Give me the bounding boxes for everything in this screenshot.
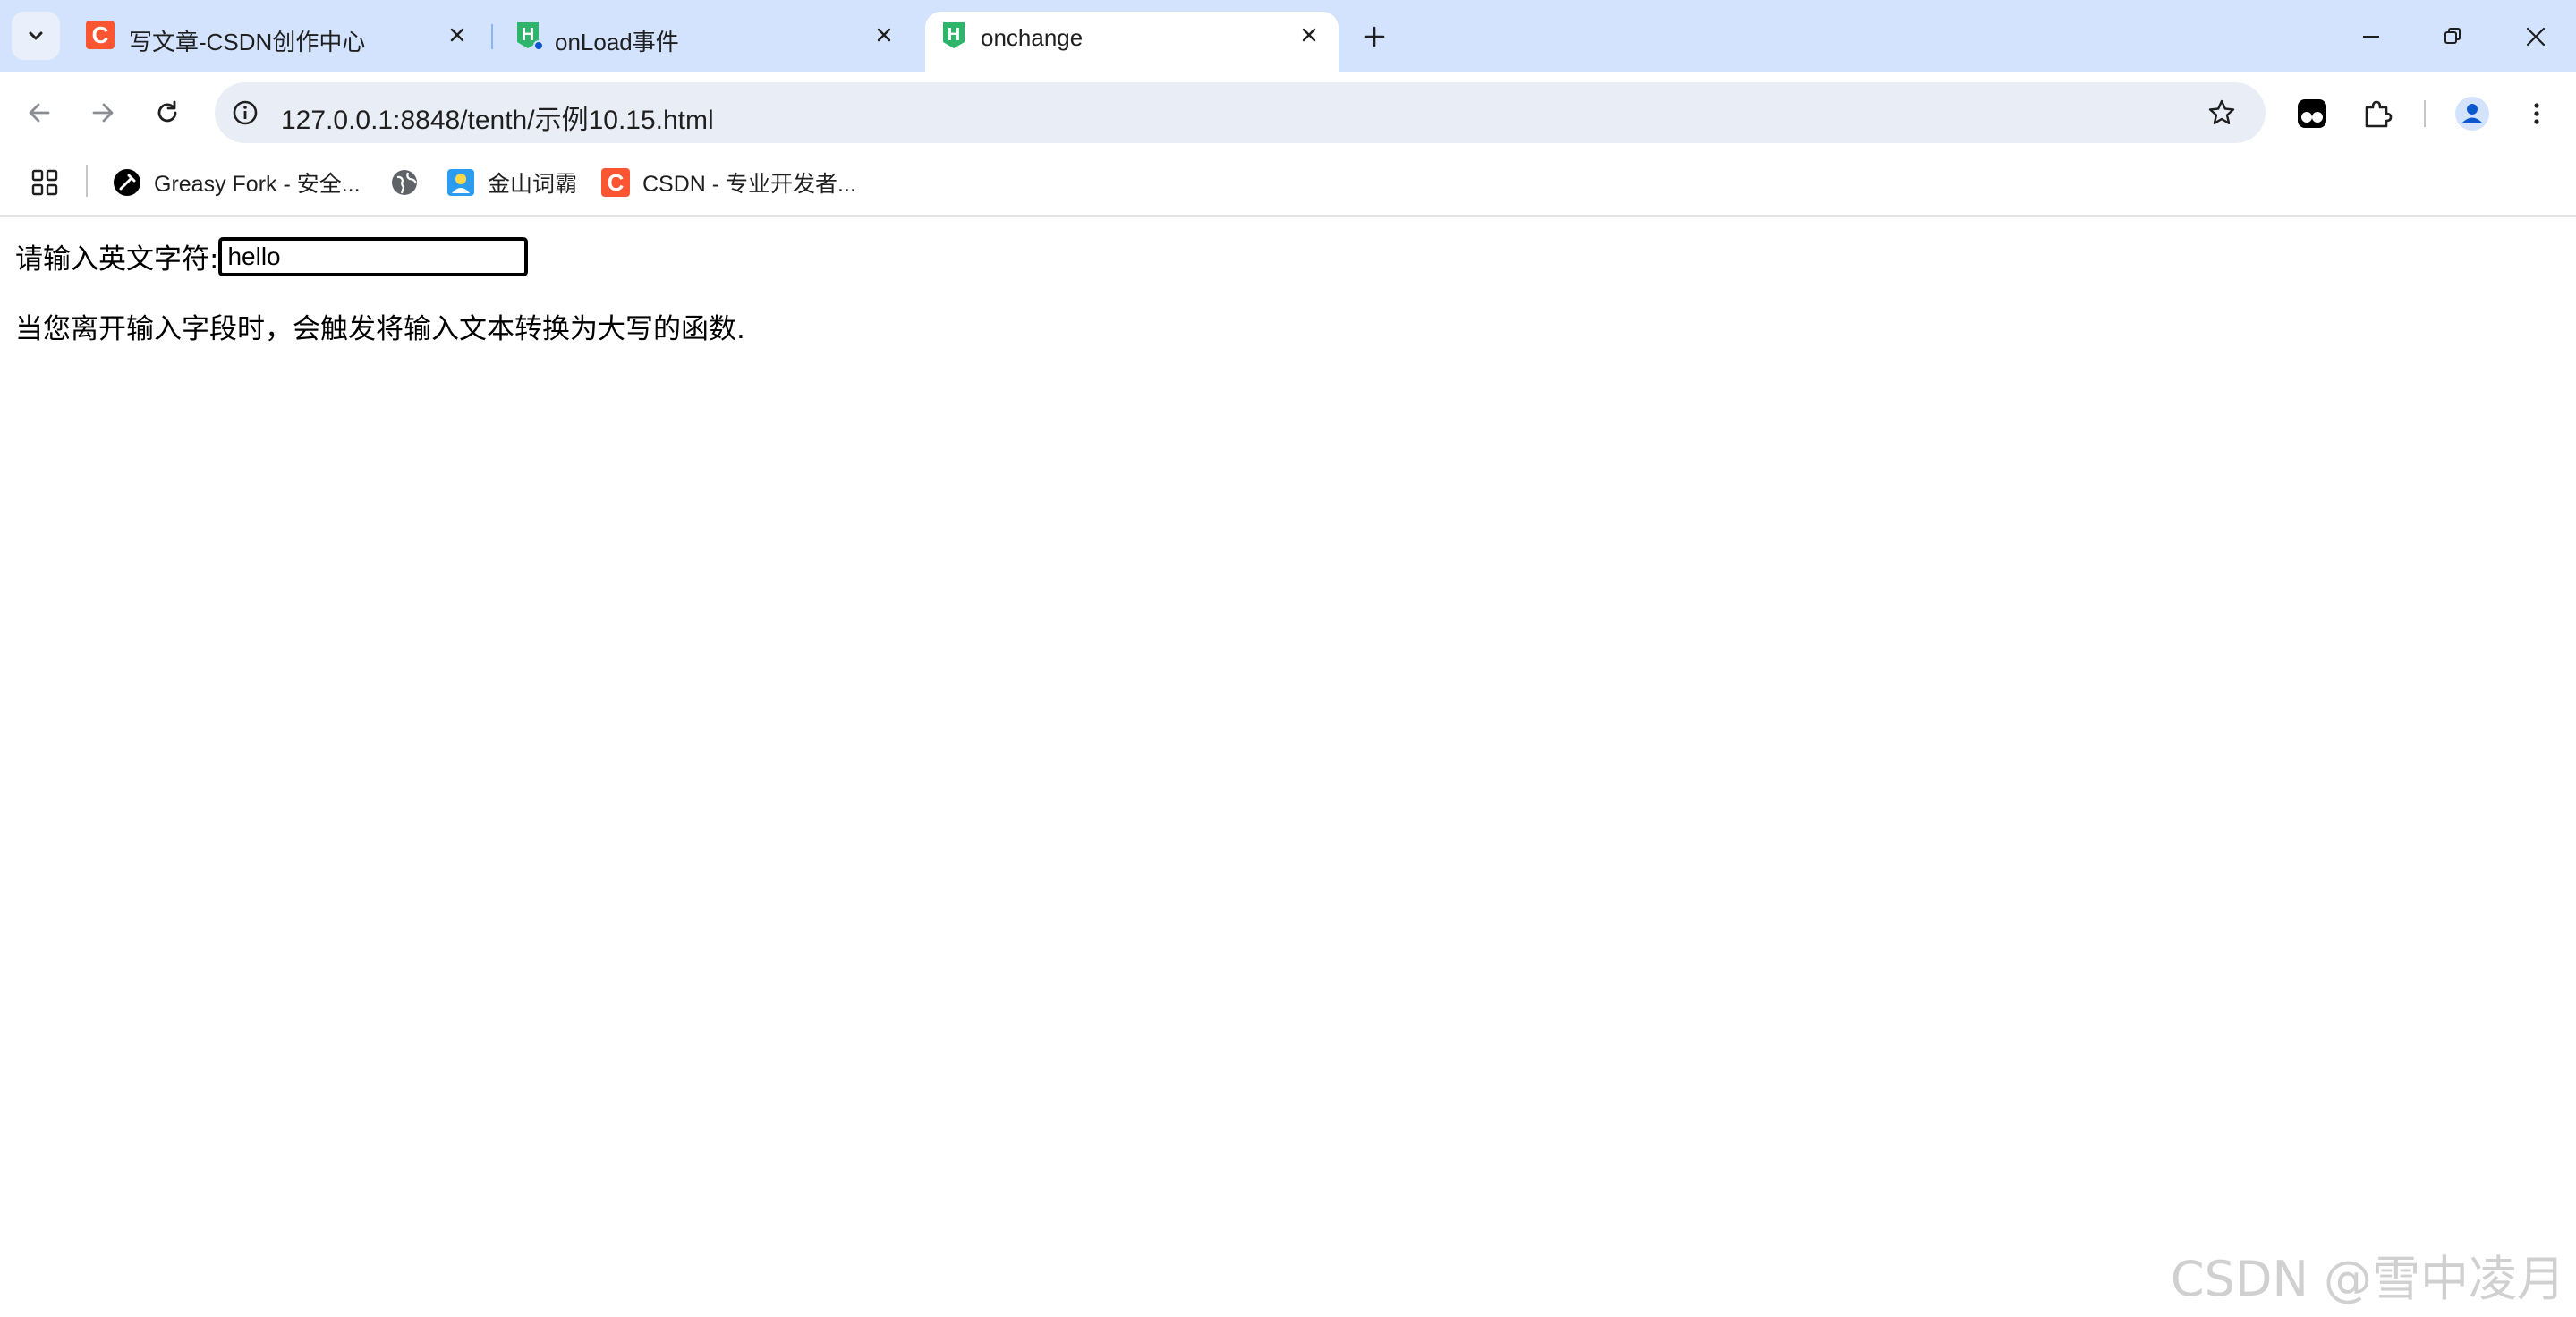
- iciba-icon: [446, 168, 475, 197]
- close-icon: [2526, 27, 2546, 47]
- reload-button[interactable]: [144, 89, 191, 136]
- minimize-icon: [2363, 36, 2379, 38]
- page-content: 请输入英文字符: 当您离开输入字段时，会触发将输入文本转换为大写的函数. CSD…: [0, 217, 2576, 1317]
- new-tab-button[interactable]: [1356, 19, 1392, 55]
- csdn-icon: C: [601, 168, 630, 197]
- restore-button[interactable]: [2432, 16, 2473, 57]
- toolbar-separator: [2424, 100, 2426, 127]
- tab-title: onchange: [981, 24, 1084, 51]
- arrow-left-icon: [29, 103, 50, 123]
- tab-title: onLoad事件: [555, 29, 679, 55]
- bookmark-label: 金山词霸: [488, 172, 578, 197]
- info-icon: [233, 100, 258, 125]
- tampermonkey-icon: [2298, 99, 2326, 128]
- extensions-button[interactable]: [2357, 93, 2398, 134]
- chevron-down-icon: [29, 31, 43, 40]
- url-text[interactable]: 127.0.0.1:8848/tenth/示例10.15.html: [281, 98, 714, 137]
- bookmark-label: CSDN - 专业开发者...: [642, 172, 856, 197]
- bookmark-greasyfork[interactable]: Greasy Fork - 安全...: [113, 163, 361, 202]
- puzzle-icon: [2365, 100, 2393, 128]
- bookmark-star-button[interactable]: [2203, 94, 2240, 132]
- tab-strip: C 写文章-CSDN创作中心 H onLoad事件 H onchange: [0, 0, 2576, 72]
- reload-icon: [157, 100, 177, 123]
- svg-text:C: C: [92, 21, 109, 48]
- bookmark-iciba[interactable]: 金山词霸: [446, 163, 577, 202]
- close-window-button[interactable]: [2515, 16, 2556, 57]
- close-icon: [450, 28, 464, 42]
- hbuilder-icon: H: [517, 22, 542, 49]
- back-button[interactable]: [16, 89, 63, 136]
- close-icon: [877, 28, 891, 42]
- bookmark-csdn[interactable]: C CSDN - 专业开发者...: [601, 163, 856, 202]
- watermark: CSDN @雪中凌月: [2170, 1251, 2565, 1307]
- browser-toolbar: 127.0.0.1:8848/tenth/示例10.15.html: [0, 72, 2576, 154]
- browser-window: C 写文章-CSDN创作中心 H onLoad事件 H onchange 127…: [0, 0, 2576, 1317]
- bookmarks-separator: [86, 165, 88, 197]
- bookmarks-bar: Greasy Fork - 安全... 金山词霸 C CSDN - 专业开发者.…: [0, 154, 2576, 217]
- tab-title: 写文章-CSDN创作中心: [129, 29, 366, 55]
- plus-icon: [1364, 26, 1385, 47]
- globe-icon: [390, 168, 419, 197]
- profile-button[interactable]: [2452, 93, 2493, 134]
- hbuilder-icon: H: [943, 22, 965, 48]
- arrow-right-icon: [92, 103, 114, 123]
- restore-icon: [2444, 28, 2461, 44]
- bookmark-label: Greasy Fork - 安全...: [154, 172, 361, 197]
- svg-text:H: H: [522, 25, 534, 45]
- address-bar[interactable]: 127.0.0.1:8848/tenth/示例10.15.html: [215, 82, 2266, 143]
- star-icon: [2208, 99, 2235, 124]
- tab-onload[interactable]: H onLoad事件: [514, 12, 907, 72]
- text-input[interactable]: [218, 236, 529, 276]
- tab-close-button[interactable]: [871, 21, 897, 48]
- bookmark-globe[interactable]: [390, 163, 419, 202]
- description-text: 当您离开输入字段时，会触发将输入文本转换为大写的函数.: [15, 313, 745, 345]
- tab-close-button[interactable]: [444, 21, 471, 48]
- svg-text:H: H: [948, 25, 960, 45]
- svg-text:C: C: [608, 169, 625, 196]
- greasyfork-icon: [113, 168, 141, 197]
- menu-button[interactable]: [2516, 93, 2557, 134]
- tab-csdn-editor[interactable]: C 写文章-CSDN创作中心: [86, 12, 480, 72]
- minimize-button[interactable]: [2351, 16, 2392, 57]
- tab-search-button[interactable]: [12, 12, 60, 60]
- tab-separator: [491, 24, 493, 49]
- tampermonkey-extension-button[interactable]: [2291, 93, 2333, 134]
- apps-grid-icon: [31, 169, 58, 196]
- input-label: 请输入英文字符:: [15, 243, 219, 276]
- tab-onchange[interactable]: H onchange: [925, 12, 1339, 72]
- apps-button[interactable]: [30, 163, 59, 202]
- csdn-icon: C: [86, 21, 115, 49]
- avatar-icon: [2455, 97, 2489, 131]
- site-info-button[interactable]: [225, 93, 265, 132]
- tab-close-button[interactable]: [1296, 21, 1322, 48]
- input-row: 请输入英文字符:: [15, 236, 529, 276]
- forward-button[interactable]: [80, 89, 126, 136]
- close-icon: [1302, 28, 1316, 42]
- more-vert-icon: [2534, 103, 2539, 124]
